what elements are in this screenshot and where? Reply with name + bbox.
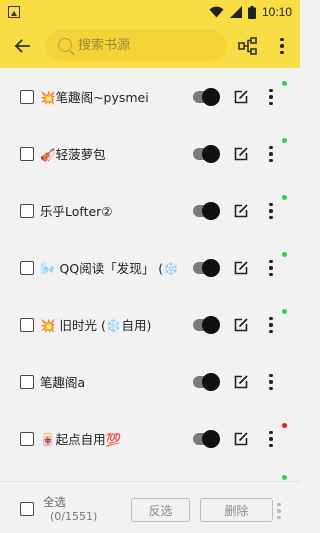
select-all-label[interactable]: 全选	[43, 494, 66, 510]
list-item[interactable]	[0, 467, 300, 481]
clock: 10:10	[261, 5, 292, 19]
row-more-button[interactable]	[266, 143, 276, 165]
row-more-button[interactable]	[266, 86, 276, 108]
status-icons: 10:10	[209, 4, 292, 20]
select-all-checkbox[interactable]	[20, 502, 34, 516]
row-checkbox[interactable]	[20, 261, 34, 275]
enable-toggle[interactable]	[193, 88, 220, 106]
row-checkbox[interactable]	[20, 318, 34, 332]
more-vert-icon	[269, 316, 273, 334]
more-vert-icon	[269, 259, 273, 277]
list-item[interactable]: 💥 旧时光 (❄️自用)	[0, 296, 300, 353]
list-item[interactable]: 🎻轻菠萝包	[0, 125, 300, 182]
search-icon	[58, 38, 72, 52]
more-vert-icon	[269, 202, 273, 220]
list-item[interactable]: 🀄起点自用💯	[0, 410, 300, 467]
row-more-button[interactable]	[266, 371, 276, 393]
status-dot	[282, 138, 287, 143]
row-checkbox[interactable]	[20, 204, 34, 218]
delete-button[interactable]: 删除	[200, 498, 273, 522]
battery-icon	[247, 5, 256, 19]
back-button[interactable]	[10, 34, 34, 58]
row-checkbox[interactable]	[20, 432, 34, 446]
invert-selection-button[interactable]: 反选	[131, 498, 190, 522]
list-item[interactable]: 💥笔趣阁~pysmei	[0, 68, 300, 125]
more-vert-icon	[280, 37, 284, 55]
list-item[interactable]: 🌬️ QQ阅读「发现」 (❄️	[0, 239, 300, 296]
enable-toggle[interactable]	[193, 316, 220, 334]
row-more-button[interactable]	[266, 200, 276, 222]
source-name: 🌬️ QQ阅读「发现」 (❄️	[40, 261, 179, 276]
more-vert-icon	[277, 502, 281, 520]
edit-icon[interactable]	[233, 317, 249, 333]
edit-icon[interactable]	[233, 146, 249, 162]
image-icon	[8, 6, 20, 18]
list-item[interactable]: 笔趣阁a	[0, 353, 300, 410]
more-vert-icon	[269, 373, 273, 391]
source-list: 💥笔趣阁~pysmei 🎻轻菠萝包 乐乎Lofter② 🌬️ QQ阅读「发现」 …	[0, 68, 300, 481]
app-bar	[0, 24, 300, 68]
more-vert-icon	[269, 88, 273, 106]
status-dot	[282, 309, 287, 314]
row-checkbox[interactable]	[20, 147, 34, 161]
row-checkbox[interactable]	[20, 90, 34, 104]
status-dot	[282, 195, 287, 200]
group-button[interactable]	[236, 34, 260, 58]
status-dot	[282, 423, 287, 428]
status-dot	[282, 252, 287, 257]
status-dot	[282, 475, 287, 480]
status-bar: 10:10	[0, 0, 300, 24]
more-menu-button[interactable]	[272, 34, 292, 58]
row-more-button[interactable]	[266, 257, 276, 279]
list-item[interactable]: 乐乎Lofter②	[0, 182, 300, 239]
edit-icon[interactable]	[233, 260, 249, 276]
search-input[interactable]	[78, 37, 208, 53]
wifi-icon	[209, 6, 224, 18]
search-box[interactable]	[46, 29, 226, 61]
signal-icon	[229, 6, 242, 18]
bottom-more-button[interactable]	[274, 500, 284, 522]
enable-toggle[interactable]	[193, 430, 220, 448]
enable-toggle[interactable]	[193, 259, 220, 277]
source-name: 💥 旧时光 (❄️自用)	[40, 318, 152, 333]
selection-count: (0/1551)	[50, 510, 98, 523]
row-checkbox[interactable]	[20, 375, 34, 389]
source-name: 💥笔趣阁~pysmei	[40, 90, 149, 105]
edit-icon[interactable]	[233, 89, 249, 105]
enable-toggle[interactable]	[193, 202, 220, 220]
row-more-button[interactable]	[266, 314, 276, 336]
bottom-action-bar: 全选 (0/1551) 反选 删除	[0, 481, 300, 533]
status-dot	[282, 81, 287, 86]
edit-icon[interactable]	[233, 374, 249, 390]
row-more-button[interactable]	[266, 428, 276, 450]
edit-icon[interactable]	[233, 431, 249, 447]
source-name: 乐乎Lofter②	[40, 204, 113, 219]
more-vert-icon	[269, 430, 273, 448]
edit-icon[interactable]	[233, 203, 249, 219]
source-name: 🀄起点自用💯	[40, 432, 122, 447]
back-arrow-icon	[14, 39, 30, 53]
enable-toggle[interactable]	[193, 373, 220, 391]
enable-toggle[interactable]	[193, 145, 220, 163]
group-tree-icon	[238, 37, 257, 55]
source-name: 笔趣阁a	[40, 375, 86, 390]
more-vert-icon	[269, 145, 273, 163]
source-name: 🎻轻菠萝包	[40, 147, 106, 162]
